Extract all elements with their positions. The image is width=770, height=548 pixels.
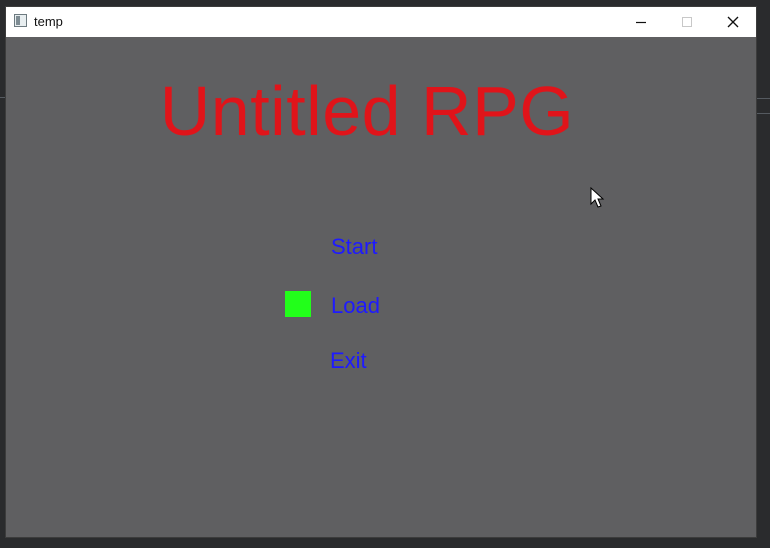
maximize-icon bbox=[682, 17, 692, 27]
menu-item-exit[interactable]: Exit bbox=[330, 348, 367, 374]
maximize-button[interactable] bbox=[664, 7, 710, 37]
minimize-button[interactable] bbox=[618, 7, 664, 37]
desktop-edge-line bbox=[756, 98, 770, 99]
menu-item-start[interactable]: Start bbox=[331, 234, 377, 260]
menu-selector bbox=[285, 291, 311, 317]
close-icon bbox=[727, 16, 739, 28]
game-title: Untitled RPG bbox=[159, 72, 575, 150]
title-bar[interactable]: temp bbox=[6, 7, 756, 37]
window-title: temp bbox=[34, 14, 63, 29]
mouse-cursor-icon bbox=[590, 187, 605, 208]
close-button[interactable] bbox=[710, 7, 756, 37]
menu-item-load[interactable]: Load bbox=[331, 293, 380, 319]
minimize-icon bbox=[636, 21, 646, 24]
app-window: temp Untitled RPG Start Load Exit bbox=[6, 7, 756, 537]
desktop-edge-line bbox=[756, 113, 770, 114]
desktop: temp Untitled RPG Start Load Exit bbox=[0, 0, 770, 548]
game-canvas[interactable]: Untitled RPG Start Load Exit bbox=[6, 37, 756, 537]
app-icon bbox=[14, 14, 27, 27]
